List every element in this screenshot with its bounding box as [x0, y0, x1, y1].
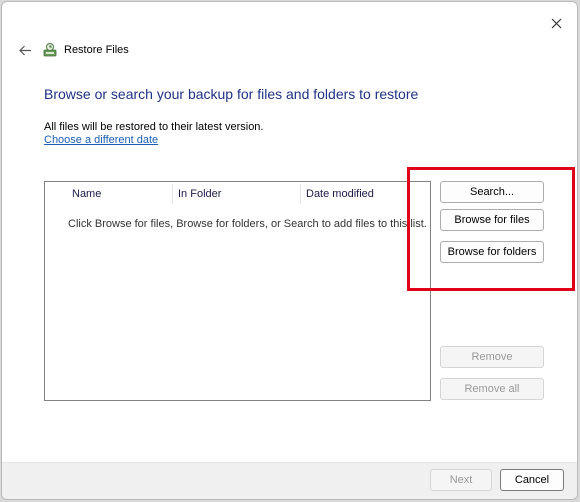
restore-info-text: All files will be restored to their late… — [44, 121, 264, 133]
column-header-name[interactable]: Name — [72, 182, 101, 206]
search-button[interactable]: Search... — [440, 181, 544, 203]
page-heading: Browse or search your backup for files a… — [44, 86, 419, 102]
remove-button[interactable]: Remove — [440, 346, 544, 368]
list-header: Name In Folder Date modified — [45, 182, 430, 206]
close-icon — [551, 18, 561, 28]
column-header-date-modified[interactable]: Date modified — [306, 182, 374, 206]
column-divider[interactable] — [172, 184, 173, 204]
close-button[interactable] — [543, 10, 569, 36]
restore-files-icon — [42, 42, 58, 58]
footer: Next Cancel — [2, 462, 577, 499]
restore-files-window: Restore Files Browse or search your back… — [1, 1, 578, 500]
remove-all-button[interactable]: Remove all — [440, 378, 544, 400]
browse-folders-button[interactable]: Browse for folders — [440, 241, 544, 263]
next-button[interactable]: Next — [430, 469, 492, 491]
column-header-in-folder[interactable]: In Folder — [178, 182, 221, 206]
back-button[interactable] — [14, 40, 36, 60]
header: Restore Files — [14, 40, 129, 60]
browse-files-button[interactable]: Browse for files — [440, 209, 544, 231]
window-title: Restore Files — [64, 44, 129, 56]
empty-list-message: Click Browse for files, Browse for folde… — [68, 218, 427, 230]
arrow-left-icon — [18, 45, 31, 55]
choose-date-link[interactable]: Choose a different date — [44, 134, 158, 146]
column-divider[interactable] — [300, 184, 301, 204]
file-list[interactable]: Name In Folder Date modified Click Brows… — [44, 181, 431, 401]
cancel-button[interactable]: Cancel — [500, 469, 564, 491]
